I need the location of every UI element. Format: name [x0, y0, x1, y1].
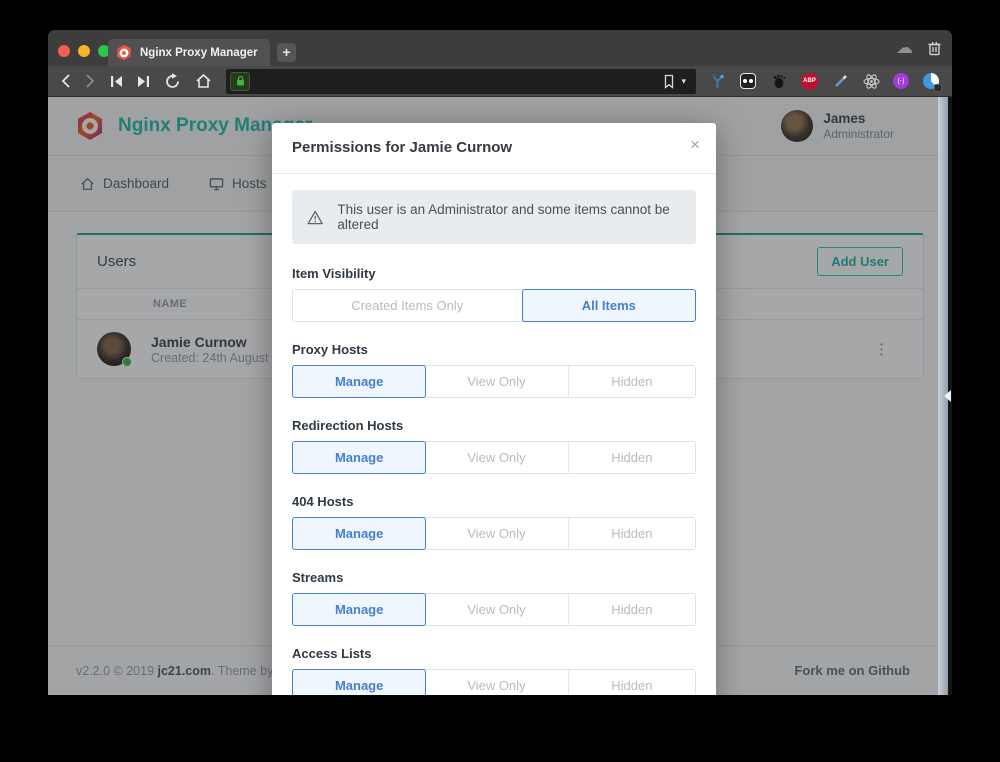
access-lists-view-only[interactable]: View Only — [425, 670, 568, 695]
admin-alert: This user is an Administrator and some i… — [292, 190, 696, 244]
window-controls — [58, 45, 110, 57]
proxy-hosts-manage[interactable]: Manage — [292, 365, 426, 398]
extension-icons: ABP (-) — [708, 72, 940, 90]
tab-title: Nginx Proxy Manager — [140, 47, 258, 59]
purple-extension-icon[interactable]: (-) — [893, 73, 909, 89]
redirection-hosts-hidden[interactable]: Hidden — [569, 442, 695, 473]
home-icon[interactable] — [195, 73, 212, 89]
forward-icon[interactable] — [85, 73, 96, 89]
section-item-visibility: Item Visibility Created Items Only All I… — [292, 266, 696, 322]
streams-view-only[interactable]: View Only — [425, 594, 568, 625]
fork-extension-icon[interactable] — [708, 72, 726, 90]
section-access-lists: Access Lists Manage View Only Hidden — [292, 646, 696, 695]
warning-triangle-icon — [307, 209, 323, 226]
screenshot-root: { "colors": { "accent_blue": "#467fcf", … — [0, 0, 1000, 762]
visibility-all-items[interactable]: All Items — [522, 289, 696, 322]
permissions-modal: Permissions for Jamie Curnow × This user… — [272, 123, 716, 695]
https-lock-icon[interactable] — [230, 72, 250, 91]
reload-icon[interactable] — [164, 73, 181, 90]
browser-titlebar: Nginx Proxy Manager + ☁ — [48, 30, 952, 66]
adblock-plus-icon[interactable]: ABP — [801, 73, 818, 90]
npm-favicon — [116, 45, 132, 61]
access-lists-hidden[interactable]: Hidden — [569, 670, 695, 695]
foot-extension-icon[interactable] — [770, 72, 788, 90]
proxy-hosts-view-only[interactable]: View Only — [425, 366, 568, 397]
redirection-hosts-manage[interactable]: Manage — [292, 441, 426, 474]
section-proxy-hosts: Proxy Hosts Manage View Only Hidden — [292, 342, 696, 398]
proxy-hosts-hidden[interactable]: Hidden — [569, 366, 695, 397]
minimize-window-button[interactable] — [78, 45, 90, 57]
browser-window: Nginx Proxy Manager + ☁ — [48, 30, 952, 695]
section-streams: Streams Manage View Only Hidden — [292, 570, 696, 626]
bookmark-caret-icon[interactable]: ▾ — [681, 76, 686, 87]
redirection-hosts-view-only[interactable]: View Only — [425, 442, 568, 473]
browser-tab[interactable]: Nginx Proxy Manager — [108, 39, 270, 66]
404-hosts-view-only[interactable]: View Only — [425, 518, 568, 549]
address-bar[interactable]: ▾ — [226, 69, 696, 94]
access-lists-manage[interactable]: Manage — [292, 669, 426, 695]
admin-alert-text: This user is an Administrator and some i… — [337, 202, 681, 232]
web-page: Nginx Proxy Manager James Administrator … — [48, 97, 952, 695]
bookmark-icon[interactable] — [663, 74, 675, 89]
privacy-extension-icon[interactable] — [922, 72, 940, 90]
fast-forward-icon[interactable] — [137, 75, 150, 88]
close-icon[interactable]: × — [690, 136, 700, 153]
panel-toggle-arrow-icon[interactable] — [944, 390, 951, 402]
streams-manage[interactable]: Manage — [292, 593, 426, 626]
react-devtools-icon[interactable] — [862, 72, 880, 90]
sync-cloud-icon[interactable]: ☁ — [896, 38, 913, 58]
visibility-created-items-only[interactable]: Created Items Only — [293, 290, 523, 321]
close-window-button[interactable] — [58, 45, 70, 57]
404-hosts-hidden[interactable]: Hidden — [569, 518, 695, 549]
browser-toolbar: ▾ ABP (-) — [48, 66, 952, 97]
rewind-icon[interactable] — [110, 75, 123, 88]
404-hosts-manage[interactable]: Manage — [292, 517, 426, 550]
tampermonkey-icon[interactable] — [739, 72, 757, 90]
section-redirection-hosts: Redirection Hosts Manage View Only Hidde… — [292, 418, 696, 474]
modal-title: Permissions for Jamie Curnow — [292, 139, 512, 156]
trash-icon[interactable] — [927, 40, 942, 56]
back-icon[interactable] — [60, 73, 71, 89]
pen-extension-icon[interactable] — [831, 72, 849, 90]
section-404-hosts: 404 Hosts Manage View Only Hidden — [292, 494, 696, 550]
new-tab-button[interactable]: + — [277, 43, 296, 62]
streams-hidden[interactable]: Hidden — [569, 594, 695, 625]
